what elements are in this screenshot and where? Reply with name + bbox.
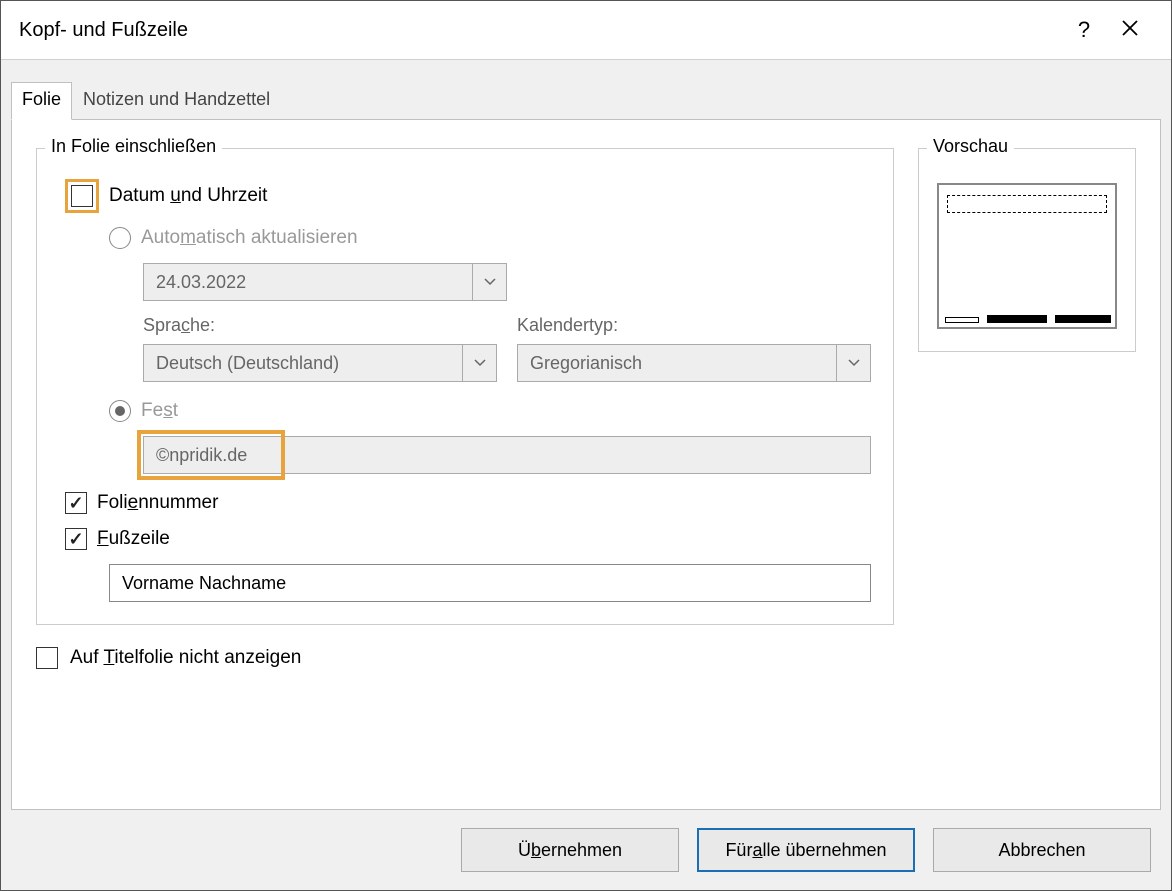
titlebar: Kopf- und Fußzeile ? [1,1,1171,59]
language-combo[interactable]: Deutsch (Deutschland) [143,344,497,382]
tab-strip: Folie Notizen und Handzettel [11,82,1161,119]
cancel-button[interactable]: Abbrechen [933,828,1151,872]
footer-checkbox[interactable] [65,528,87,550]
language-label: Sprache: [143,315,497,336]
datetime-checkbox-row: Datum und Uhrzeit [65,179,871,213]
datetime-label[interactable]: Datum und Uhrzeit [109,185,267,207]
hide-on-title-label[interactable]: Auf Titelfolie nicht anzeigen [70,647,301,669]
header-footer-dialog: Kopf- und Fußzeile ? Folie Notizen und H… [0,0,1172,891]
hide-on-title-row: Auf Titelfolie nicht anzeigen [36,647,1136,669]
footer-input[interactable]: Vorname Nachname [109,564,871,602]
preview-footer-date [945,317,979,323]
footer-label[interactable]: Fußzeile [97,528,170,550]
fixed-date-input[interactable]: ©npridik.de [143,436,871,474]
language-value: Deutsch (Deutschland) [144,353,462,374]
button-row: Übernehmen Für alle übernehmen Abbrechen [11,810,1161,880]
fixed-radio-row: Fest [109,400,871,422]
language-column: Sprache: Deutsch (Deutschland) [143,315,497,382]
auto-update-radio[interactable] [109,227,131,249]
apply-all-button[interactable]: Für alle übernehmen [697,828,915,872]
preview-thumbnail [937,183,1117,329]
calendar-combo[interactable]: Gregorianisch [517,344,871,382]
calendar-label: Kalendertyp: [517,315,871,336]
slidenumber-row: Foliennummer [65,492,871,514]
datetime-highlight [65,179,99,213]
preview-footer-text [987,315,1047,323]
help-icon[interactable]: ? [1061,17,1107,43]
preview-legend: Vorschau [927,136,1014,157]
datetime-checkbox[interactable] [71,185,93,207]
chevron-down-icon [836,345,870,381]
slidenumber-label[interactable]: Foliennummer [97,492,218,514]
close-icon[interactable] [1107,17,1153,43]
preview-footer-number [1055,315,1111,323]
content-area: Folie Notizen und Handzettel In Folie ei… [1,59,1171,890]
footer-row: Fußzeile [65,528,871,550]
calendar-column: Kalendertyp: Gregorianisch [517,315,871,382]
chevron-down-icon [472,264,506,300]
fixed-text-wrap: ©npridik.de [143,436,871,474]
date-format-combo[interactable]: 24.03.2022 [143,263,507,301]
auto-update-radio-row: Automatisch aktualisieren [109,227,871,249]
calendar-value: Gregorianisch [518,353,836,374]
tab-notes[interactable]: Notizen und Handzettel [72,82,281,119]
slidenumber-checkbox[interactable] [65,492,87,514]
chevron-down-icon [462,345,496,381]
include-on-slide-group: In Folie einschließen Datum und Uhrzeit [36,148,894,625]
fixed-radio[interactable] [109,400,131,422]
tab-panel-slide: In Folie einschließen Datum und Uhrzeit [11,119,1161,810]
preview-group: Vorschau [918,148,1136,352]
fixed-label: Fest [141,400,178,422]
hide-on-title-checkbox[interactable] [36,647,58,669]
preview-title-placeholder [947,195,1107,213]
date-format-value: 24.03.2022 [144,272,472,293]
dialog-title: Kopf- und Fußzeile [19,19,1061,42]
tab-slide[interactable]: Folie [11,82,72,120]
auto-update-label: Automatisch aktualisieren [141,227,358,249]
apply-button[interactable]: Übernehmen [461,828,679,872]
include-legend: In Folie einschließen [45,136,222,157]
